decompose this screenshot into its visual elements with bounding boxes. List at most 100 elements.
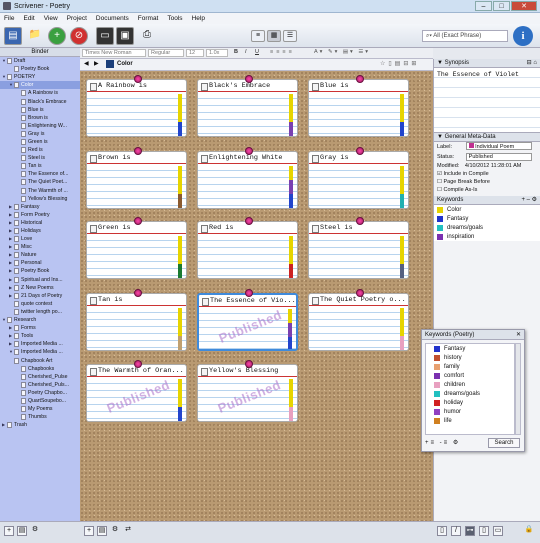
project-keyword-item[interactable]: Fantasy — [426, 344, 514, 353]
binder-item[interactable]: QuartSoupebo... — [0, 397, 80, 405]
back-arrow-icon[interactable]: ◀ — [84, 60, 89, 67]
italic-button[interactable]: I — [243, 49, 252, 57]
project-keyword-item[interactable]: humor — [426, 407, 514, 416]
binder-item[interactable]: twitter length po... — [0, 308, 80, 316]
page-break-checkbox[interactable]: ☐ Page Break Before — [434, 178, 540, 186]
menu-format[interactable]: Format — [138, 15, 159, 22]
menu-documents[interactable]: Documents — [96, 15, 129, 22]
index-card[interactable]: Red is — [197, 221, 298, 279]
binder-folder-icon[interactable]: ▤ — [17, 526, 27, 536]
status-select[interactable]: Published — [465, 153, 532, 161]
include-in-compile-checkbox[interactable]: ☑ Include in Compile — [434, 170, 540, 178]
index-card[interactable]: Yellow's Blessing Published — [197, 364, 298, 422]
binder-item[interactable]: Chapbooks — [0, 365, 80, 373]
project-keyword-item[interactable]: dreams/goals — [426, 389, 514, 398]
binder-item[interactable]: Red is — [0, 146, 80, 154]
comments-icon[interactable]: ▭ — [493, 526, 503, 536]
project-keyword-item[interactable]: holiday — [426, 398, 514, 407]
binder-item[interactable]: quote contest — [0, 300, 80, 308]
binder-item[interactable]: ▶ Trash — [0, 421, 80, 429]
card-synopsis[interactable] — [87, 234, 186, 278]
binder-item[interactable]: ▶ Form Poetry — [0, 211, 80, 219]
binder-item[interactable]: ▶ Tools — [0, 332, 80, 340]
binder-item[interactable]: Thumbs — [0, 413, 80, 421]
keywords-icon[interactable]: ⊶ — [465, 526, 475, 536]
view-corkboard-button[interactable]: ▦ — [267, 30, 281, 42]
card-synopsis[interactable] — [309, 234, 408, 278]
add-card-icon[interactable]: + — [84, 526, 94, 536]
binder-item[interactable]: Cherished_Puls... — [0, 381, 80, 389]
index-card[interactable]: Steel is — [308, 221, 409, 279]
font-size-select[interactable]: 12 — [186, 49, 204, 57]
index-card[interactable]: Enlightening White — [197, 151, 298, 209]
menu-edit[interactable]: Edit — [23, 15, 34, 22]
binder-settings-icon[interactable]: ⚙ — [30, 526, 40, 536]
binder-item[interactable]: ▶ Holidays — [0, 227, 80, 235]
binder-item[interactable]: ▶ Fantasy — [0, 203, 80, 211]
card-synopsis[interactable] — [309, 164, 408, 208]
card-synopsis[interactable] — [198, 164, 297, 208]
menu-help[interactable]: Help — [192, 15, 205, 22]
add-folder-icon[interactable]: ▤ — [97, 526, 107, 536]
binder-item[interactable]: ▶ Poetry Book — [0, 267, 80, 275]
binder-item[interactable]: ▶ 21 Days of Poetry — [0, 292, 80, 300]
minimize-button[interactable]: – — [475, 1, 492, 11]
binder-item[interactable]: ▶ Misc — [0, 243, 80, 251]
forward-arrow-icon[interactable]: ▶ — [94, 60, 99, 67]
search-input[interactable]: ⌕▾ All (Exact Phrase) — [422, 30, 508, 42]
binder-item[interactable]: ▼ Draft — [0, 57, 80, 65]
kwpanel-search-button[interactable]: Search — [488, 438, 520, 448]
folder-icon[interactable]: 📁 — [26, 27, 44, 45]
keyword-item[interactable]: dreams/goals — [434, 223, 540, 232]
binder-item[interactable]: Chapbook Art — [0, 356, 80, 364]
index-card[interactable]: The Essence of Vio... Published — [197, 293, 298, 351]
binder-item[interactable]: Green is — [0, 138, 80, 146]
binder-item[interactable]: Cherished_Pulse — [0, 373, 80, 381]
bold-button[interactable]: B — [232, 49, 241, 57]
kwpanel-toolbar[interactable]: +≡ -≡ ⚙ — [425, 439, 460, 446]
binder-item[interactable]: The Essence of... — [0, 170, 80, 178]
delete-icon[interactable]: ⊘ — [70, 27, 88, 45]
kwpanel-scrollbar[interactable] — [515, 343, 521, 435]
keyword-item[interactable]: Fantasy — [434, 214, 540, 223]
font-style-select[interactable]: Regular — [148, 49, 184, 57]
index-card[interactable]: Green is — [86, 221, 187, 279]
menu-file[interactable]: File — [4, 15, 14, 22]
corkboard-settings-icon[interactable]: ⚙ — [110, 526, 120, 536]
card-synopsis[interactable] — [309, 306, 408, 350]
maximize-button[interactable]: □ — [493, 1, 510, 11]
binder-item[interactable]: Gray is — [0, 130, 80, 138]
binder-item[interactable]: ▶ Nature — [0, 251, 80, 259]
binder-item[interactable]: Tan is — [0, 162, 80, 170]
binder-item[interactable]: Poetry Book — [0, 65, 80, 73]
synopsis-text[interactable]: The Essence of Violet — [434, 68, 540, 133]
compile-as-is-checkbox[interactable]: ☐ Compile As-Is — [434, 186, 540, 194]
binder-item[interactable]: ▶ Historical — [0, 219, 80, 227]
index-card[interactable]: Black's Embrace — [197, 79, 298, 137]
card-synopsis[interactable] — [198, 92, 297, 136]
card-synopsis[interactable] — [87, 164, 186, 208]
snapshots-icon[interactable]: ▯ — [479, 526, 489, 536]
alignment-buttons[interactable]: ≡≡≡≡ — [268, 49, 308, 57]
project-keyword-item[interactable]: comfort — [426, 371, 514, 380]
binder-item[interactable]: ▶ Personal — [0, 259, 80, 267]
menu-tools[interactable]: Tools — [167, 15, 182, 22]
keyword-item[interactable]: inspiration — [434, 232, 540, 241]
index-card[interactable]: Brown is — [86, 151, 187, 209]
binder-item[interactable]: The Warmth of ... — [0, 187, 80, 195]
index-card[interactable]: The Quiet Poetry o... — [308, 293, 409, 351]
compose-icon[interactable]: ▭ — [96, 27, 114, 45]
index-card[interactable]: A Rainbow is — [86, 79, 187, 137]
binder-item[interactable]: Poetry Chapbo... — [0, 389, 80, 397]
binder-item[interactable]: Blue is — [0, 106, 80, 114]
close-button[interactable]: ✕ — [511, 1, 537, 11]
binder-item[interactable]: ▼ POETRY — [0, 73, 80, 81]
menu-view[interactable]: View — [44, 15, 58, 22]
index-card[interactable]: The Warmth of Oran... Published — [86, 364, 187, 422]
references-icon[interactable]: / — [451, 526, 461, 536]
font-family-select[interactable]: Times New Roman — [82, 49, 146, 57]
line-spacing-select[interactable]: 1.0x — [206, 49, 228, 57]
view-outliner-button[interactable]: ☰ — [283, 30, 297, 42]
note-icon[interactable]: ▯ — [437, 526, 447, 536]
index-card[interactable]: Blue is — [308, 79, 409, 137]
